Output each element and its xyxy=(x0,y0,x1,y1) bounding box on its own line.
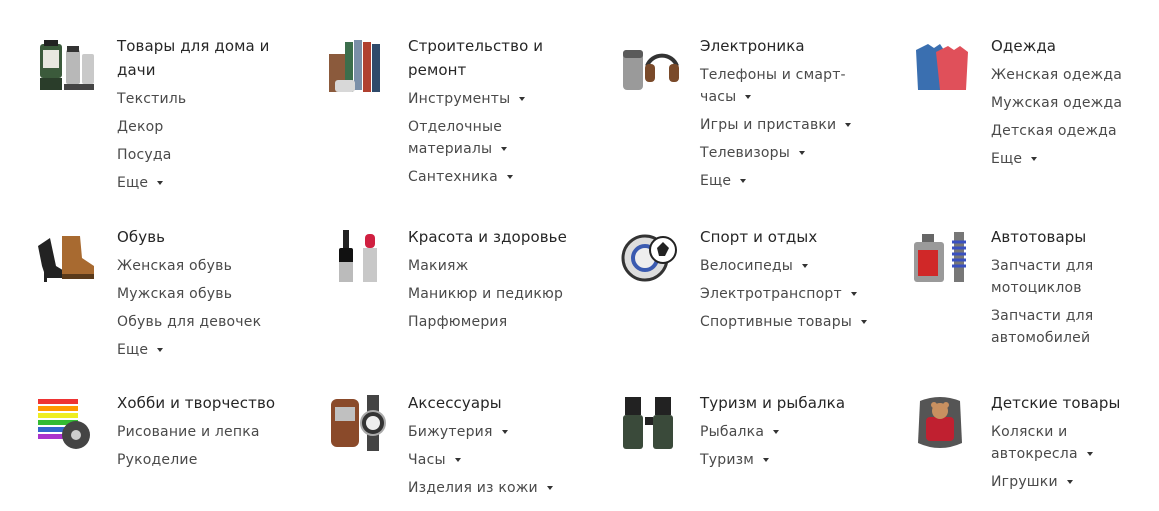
category-title[interactable]: Аксессуары xyxy=(408,391,502,415)
subcategory-link[interactable]: Сантехника xyxy=(408,166,513,188)
subcategory-link[interactable]: Детская одежда xyxy=(991,120,1117,142)
subcategory-link[interactable]: Еще xyxy=(117,172,164,194)
subcategory-link[interactable]: Запчасти для xyxy=(991,305,1093,327)
category-image[interactable] xyxy=(619,36,679,96)
subcategory-link[interactable]: Посуда xyxy=(117,144,172,166)
category-title[interactable]: ремонт xyxy=(408,58,466,82)
subcategory-link[interactable]: Велосипеды xyxy=(700,255,809,277)
dropdown-arrow-icon[interactable] xyxy=(501,430,508,434)
category-image[interactable] xyxy=(327,36,387,96)
subcategory-link[interactable]: Еще xyxy=(700,170,747,192)
subcategory-link[interactable]: Телевизоры xyxy=(700,142,806,164)
category-title[interactable]: дачи xyxy=(117,58,156,82)
subcategory-link[interactable]: Женская обувь xyxy=(117,255,232,277)
dropdown-arrow-icon[interactable] xyxy=(501,147,508,151)
subcategory-link[interactable]: мотоциклов xyxy=(991,277,1082,299)
subcategory-link[interactable]: Часы xyxy=(408,449,461,471)
subcategory-link[interactable]: Электротранспорт xyxy=(700,283,857,305)
category-title[interactable]: Электроника xyxy=(700,34,805,58)
subcategory-link[interactable]: Туризм xyxy=(700,449,770,471)
dropdown-arrow-icon[interactable] xyxy=(1086,452,1093,456)
category-title[interactable]: Одежда xyxy=(991,34,1056,58)
dropdown-arrow-icon[interactable] xyxy=(745,95,752,99)
category-title[interactable]: Товары для дома и xyxy=(117,34,270,58)
category-image[interactable] xyxy=(36,393,96,453)
category-title[interactable]: Детские товары xyxy=(991,391,1120,415)
category-title[interactable]: Автотовары xyxy=(991,225,1086,249)
category-image[interactable] xyxy=(910,226,970,286)
subcategory-link[interactable]: Игрушки xyxy=(991,471,1073,493)
category-title[interactable]: Туризм и рыбалка xyxy=(700,391,845,415)
category-image[interactable] xyxy=(619,393,679,453)
subcategory-link[interactable]: Бижутерия xyxy=(408,421,508,443)
subcategory-link[interactable]: Отделочные xyxy=(408,116,502,138)
dropdown-arrow-icon[interactable] xyxy=(546,486,553,490)
category-image[interactable] xyxy=(36,226,96,286)
subcategory-link[interactable]: Макияж xyxy=(408,255,468,277)
category-image[interactable] xyxy=(619,226,679,286)
dropdown-arrow-icon[interactable] xyxy=(157,348,164,352)
subcategory-link[interactable]: часы xyxy=(700,86,752,108)
dropdown-arrow-icon[interactable] xyxy=(773,430,780,434)
category-image[interactable] xyxy=(327,226,387,286)
subcategory-link[interactable]: Еще xyxy=(117,339,164,361)
subcategory-link[interactable]: Обувь для девочек xyxy=(117,311,261,333)
subcategory-link[interactable]: Рукоделие xyxy=(117,449,198,471)
dropdown-arrow-icon[interactable] xyxy=(1031,157,1038,161)
dropdown-arrow-icon[interactable] xyxy=(506,175,513,179)
subcategory-link[interactable]: Игры и приставки xyxy=(700,114,852,136)
dropdown-arrow-icon[interactable] xyxy=(861,320,868,324)
subcategory-link[interactable]: Инструменты xyxy=(408,88,526,110)
subcategory-link[interactable]: Женская одежда xyxy=(991,64,1122,86)
subcategory-link[interactable]: материалы xyxy=(408,138,508,160)
subcategory-link[interactable]: Запчасти для xyxy=(991,255,1093,277)
subcategory-link[interactable]: Коляски и xyxy=(991,421,1067,443)
subcategory-link[interactable]: Спортивные товары xyxy=(700,311,868,333)
dropdown-arrow-icon[interactable] xyxy=(799,151,806,155)
category-image[interactable] xyxy=(36,36,96,96)
category-title[interactable]: Спорт и отдых xyxy=(700,225,817,249)
subcategory-link[interactable]: Маникюр и педикюр xyxy=(408,283,563,305)
subcategory-link[interactable]: Рисование и лепка xyxy=(117,421,260,443)
subcategory-link[interactable]: автомобилей xyxy=(991,327,1090,349)
category-title[interactable]: Хобби и творчество xyxy=(117,391,275,415)
category-title[interactable]: Обувь xyxy=(117,225,165,249)
subcategory-link[interactable]: автокресла xyxy=(991,443,1093,465)
subcategory-link[interactable]: Декор xyxy=(117,116,163,138)
dropdown-arrow-icon[interactable] xyxy=(454,458,461,462)
subcategory-link[interactable]: Текстиль xyxy=(117,88,186,110)
subcategory-link[interactable]: Телефоны и смарт- xyxy=(700,64,846,86)
subcategory-link[interactable]: Изделия из кожи xyxy=(408,477,553,499)
dropdown-arrow-icon[interactable] xyxy=(802,264,809,268)
subcategory-link[interactable]: Парфюмерия xyxy=(408,311,507,333)
subcategory-link[interactable]: Мужская обувь xyxy=(117,283,232,305)
dropdown-arrow-icon[interactable] xyxy=(845,123,852,127)
dropdown-arrow-icon[interactable] xyxy=(850,292,857,296)
subcategory-link[interactable]: Рыбалка xyxy=(700,421,780,443)
subcategory-link[interactable]: Еще xyxy=(991,148,1038,170)
dropdown-arrow-icon[interactable] xyxy=(1066,480,1073,484)
subcategory-link[interactable]: Мужская одежда xyxy=(991,92,1122,114)
dropdown-arrow-icon[interactable] xyxy=(763,458,770,462)
dropdown-arrow-icon[interactable] xyxy=(740,179,747,183)
category-image[interactable] xyxy=(327,393,387,453)
category-image[interactable] xyxy=(910,36,970,96)
category-image[interactable] xyxy=(910,393,970,453)
dropdown-arrow-icon[interactable] xyxy=(519,97,526,101)
category-title[interactable]: Строительство и xyxy=(408,34,543,58)
category-title[interactable]: Красота и здоровье xyxy=(408,225,567,249)
dropdown-arrow-icon[interactable] xyxy=(157,181,164,185)
